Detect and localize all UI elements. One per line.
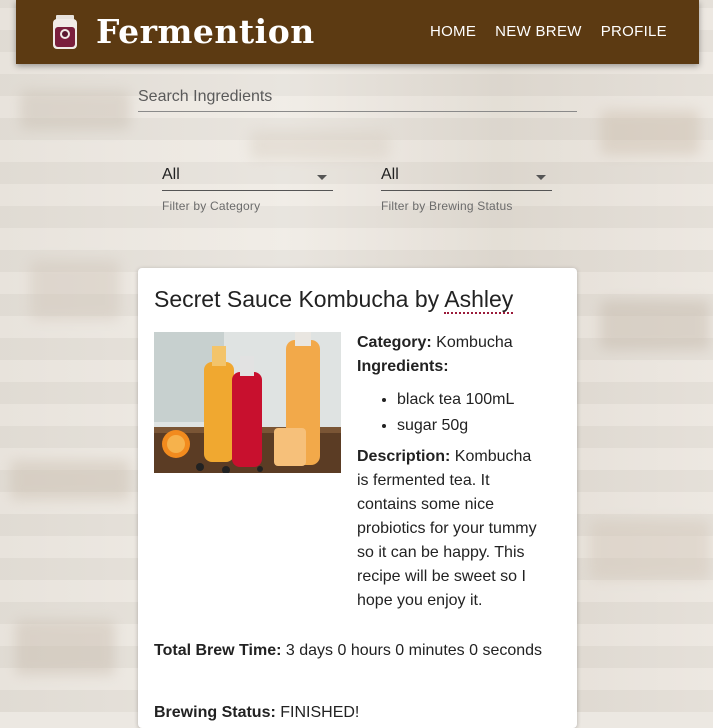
category-filter-helper: Filter by Category — [162, 199, 261, 213]
category-filter-value: All — [162, 166, 180, 183]
ingredients-label: Ingredients: — [357, 358, 449, 375]
status-badge: FINISHED! — [280, 704, 360, 721]
brew-time-label: Total Brew Time: — [154, 642, 282, 659]
category-value: Kombucha — [436, 334, 513, 351]
nav-home[interactable]: HOME — [430, 23, 476, 40]
brew-time-value: 3 days 0 hours 0 minutes 0 seconds — [285, 642, 543, 659]
brew-title-text: Secret Sauce Kombucha by — [154, 286, 440, 312]
ingredients-list: black tea 100mL sugar 50g — [357, 387, 547, 439]
list-item: black tea 100mL — [397, 387, 547, 413]
brew-status: Brewing Status: FINISHED! — [154, 704, 359, 722]
brew-time: Total Brew Time: 3 days 0 hours 0 minute… — [154, 639, 554, 663]
description: Description: Kombucha is fermented tea. … — [357, 445, 547, 613]
category-row: Category: Kombucha — [357, 331, 547, 355]
description-text: Kombucha is fermented tea. It contains s… — [357, 448, 537, 609]
search-ingredients-input[interactable] — [138, 83, 577, 112]
chevron-down-icon — [317, 175, 327, 180]
app-header: Fermention HOME NEW BREW PROFILE — [16, 0, 699, 64]
brew-details: Category: Kombucha Ingredients: black te… — [357, 331, 547, 613]
brew-card: Secret Sauce Kombucha by Ashley Category… — [138, 268, 577, 728]
brew-photo — [154, 332, 341, 473]
brew-status-label: Brewing Status: — [154, 704, 276, 721]
brew-title: Secret Sauce Kombucha by Ashley — [154, 286, 514, 314]
nav-profile[interactable]: PROFILE — [601, 23, 667, 40]
brand-name[interactable]: Fermention — [96, 12, 315, 51]
jar-logo-icon — [53, 15, 77, 49]
status-filter-helper: Filter by Brewing Status — [381, 199, 513, 213]
status-filter-select[interactable]: All — [381, 162, 552, 191]
main-nav: HOME NEW BREW PROFILE — [430, 23, 667, 40]
description-label: Description: — [357, 448, 451, 465]
status-filter-value: All — [381, 166, 399, 183]
category-filter-select[interactable]: All — [162, 162, 333, 191]
category-label: Category: — [357, 334, 432, 351]
list-item: sugar 50g — [397, 413, 547, 439]
nav-new-brew[interactable]: NEW BREW — [495, 23, 582, 40]
chevron-down-icon — [536, 175, 546, 180]
author-link[interactable]: Ashley — [444, 286, 514, 314]
